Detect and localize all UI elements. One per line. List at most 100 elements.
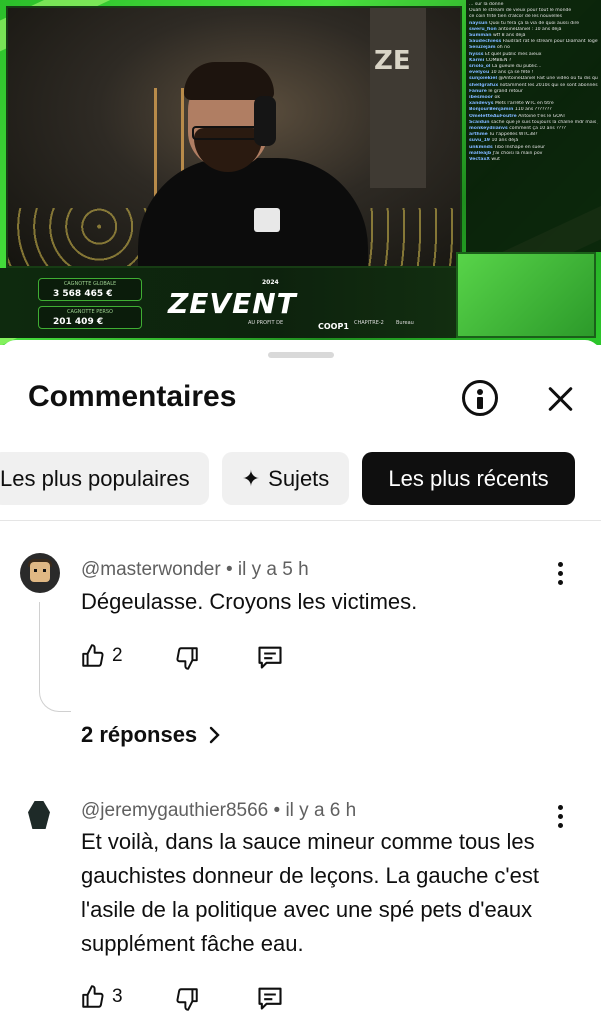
avatar[interactable] — [20, 795, 60, 835]
comment-time: il y a 5 h — [237, 559, 309, 580]
thumbs-down-icon — [176, 647, 198, 670]
pillar — [370, 8, 426, 188]
cagnotte-perso-value: 201 409 € — [53, 317, 104, 327]
video-player[interactable]: ZE ... sur la donne Ouah le stream de vie… — [0, 0, 601, 345]
like-count: 3 — [112, 986, 123, 1007]
partner-chapitre: CHAPITRE-2 — [354, 320, 384, 326]
cagnotte-globale-label: CAGNOTTE GLOBALE — [63, 281, 117, 287]
streamer-hair — [184, 62, 274, 100]
thumbs-up-icon — [82, 644, 104, 667]
mini-cam — [456, 252, 596, 338]
chat-username: shellgrafux — [469, 82, 499, 88]
more-options-icon[interactable] — [556, 805, 564, 829]
dislike-button[interactable] — [174, 986, 200, 1012]
chat-text: Tibo Inshape en sueur — [494, 144, 546, 150]
comment-author[interactable]: @jeremygauthier8566 — [81, 800, 268, 821]
chat-username: sunjoiekiel — [469, 76, 498, 82]
chat-username: monkeydiianvs — [469, 126, 508, 132]
meta-separator: • — [225, 559, 238, 580]
comment-text: Dégeulasse. Croyons les victimes. — [81, 589, 418, 614]
chat-text: wut — [491, 157, 500, 163]
chat-username: Saudechiess — [469, 39, 502, 45]
comment-time: il y a 6 h — [285, 800, 357, 821]
chat-text: ok — [494, 95, 501, 101]
chat-text: notamment les 2010s qui se sont abonnés … — [499, 82, 598, 88]
dislike-button[interactable] — [174, 645, 200, 671]
chat-text: ce coin frite tien d'alcor de les nouvel… — [469, 14, 563, 20]
reply-button[interactable] — [256, 984, 284, 1012]
cagnotte-globale: CAGNOTTE GLOBALE 3 568 465 € — [38, 278, 142, 301]
zevent-logo: ZEVENT — [168, 287, 297, 320]
filter-chip-recent[interactable]: Les plus récents — [362, 452, 575, 505]
more-options-icon[interactable] — [556, 562, 564, 586]
drag-handle[interactable] — [268, 352, 334, 358]
reply-comment-icon — [258, 987, 282, 1010]
chat-username: OmeletteAuFoutre — [469, 113, 517, 119]
partner-prefix: AU PROFIT DE — [248, 320, 284, 326]
chat-username: sweru_fion — [469, 26, 497, 32]
stream-chat: ... sur la donne Ouah le stream de vieux … — [466, 0, 601, 252]
chat-text: J'ai choisi la main pov — [492, 150, 543, 156]
filter-chip-topics[interactable]: ✦ Sujets — [222, 452, 349, 505]
chat-username: Karmi — [469, 57, 485, 63]
meta-separator: • — [273, 800, 286, 821]
comment-meta: @jeremygauthier8566 • il y a 6 h — [81, 800, 356, 822]
chat-text: Faudrait rat le stream pour Diamant Toge… — [502, 39, 598, 45]
chat-username: hysss — [469, 51, 484, 57]
chat-username: Summan — [469, 33, 492, 39]
chat-text: sache que je suis toujours la chaîne mdr… — [491, 119, 598, 125]
chevron-right-icon — [209, 726, 220, 744]
chat-text: Tu l'appelles WTC38? — [489, 132, 538, 138]
chat-text: 10 ans ça se fête ! — [490, 70, 534, 76]
filter-chip-label: Sujets — [268, 465, 330, 491]
chat-text: oh no — [497, 45, 510, 51]
chat-text: comment ça 10 ans ???? — [509, 126, 566, 132]
shirt-logo — [254, 208, 280, 232]
chat-username: unkmnds — [469, 144, 493, 150]
info-icon[interactable] — [462, 380, 498, 416]
chat-text: Antoine t'es le GOAT — [518, 113, 566, 119]
chat-username: ibesmoor — [469, 95, 494, 101]
sheet-title: Commentaires — [28, 380, 237, 413]
chat-text: Ouah le stream de vieux pour tout le mon… — [469, 8, 572, 14]
comment-author[interactable]: @masterwonder — [81, 559, 221, 580]
chat-text: Et quel public mes aïeux — [484, 51, 542, 57]
chat-text: COMBIEN ? — [485, 57, 512, 63]
chat-text: wtf 8 ans déjà — [493, 33, 526, 39]
chat-message: VectaxX wut — [469, 157, 598, 163]
view-replies-button[interactable]: 2 réponses — [81, 722, 221, 748]
chat-text: le grand retour — [488, 88, 523, 94]
chat-username: BonjourBenjamin — [469, 107, 514, 113]
chat-username: Scaidun — [469, 119, 490, 125]
partner-coop: COOP1 — [318, 322, 349, 331]
like-button[interactable]: 3 — [80, 984, 123, 1010]
filter-chip-popular[interactable]: Les plus populaires — [0, 452, 209, 505]
chat-text: La gueule du public... — [491, 64, 542, 70]
pillar-logo: ZE — [374, 46, 411, 76]
chat-text: ... sur la donne — [469, 2, 504, 7]
chat-username: arthme — [469, 132, 488, 138]
thumbs-up-icon — [82, 985, 104, 1008]
comments-sheet: Commentaires Les plus populaires ✦ Sujet… — [0, 340, 601, 1024]
chat-username: malleajb — [469, 150, 492, 156]
sparkle-icon: ✦ — [241, 465, 261, 491]
chat-username: naysun — [469, 20, 488, 26]
chat-username: xandevys — [469, 101, 494, 107]
chat-username: VectaxX — [469, 157, 490, 163]
chat-text: Quoi tu fera ça la via de quoi aussi dir… — [488, 20, 580, 26]
like-count: 2 — [112, 645, 123, 666]
divider — [0, 520, 601, 521]
thread-connector — [39, 602, 71, 712]
filter-chip-label: Les plus récents — [388, 465, 549, 491]
chat-username: sriolo_ol — [469, 64, 491, 70]
reply-button[interactable] — [256, 643, 284, 671]
avatar[interactable] — [20, 553, 60, 593]
close-icon[interactable] — [545, 383, 577, 415]
comment-text: Et voilà, dans la sauce mineur comme tou… — [81, 829, 539, 956]
webcam-feed: ZE — [6, 6, 462, 268]
reply-comment-icon — [258, 646, 282, 669]
like-button[interactable]: 2 — [80, 643, 123, 669]
chat-username: Fanure — [469, 88, 487, 94]
chat-text: @AntoineDaniel Fait une vidéo où tu dis … — [498, 76, 598, 82]
partner-bureau: Bureau — [396, 320, 414, 326]
